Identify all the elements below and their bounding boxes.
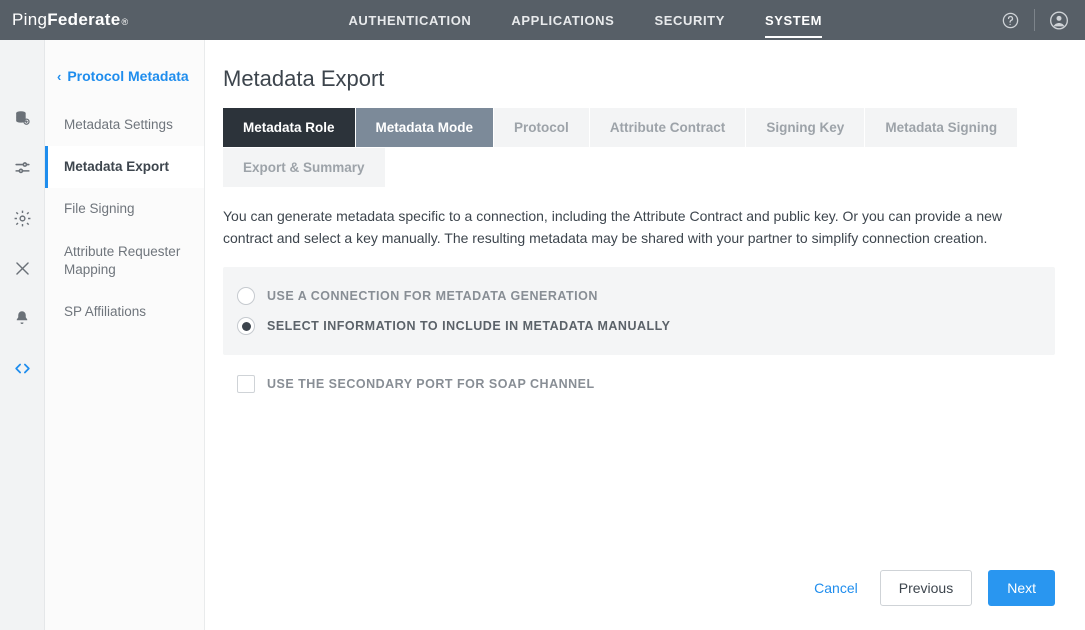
sliders-icon[interactable] [12,158,32,178]
help-icon[interactable] [1000,10,1020,30]
sidebar-item-metadata-settings[interactable]: Metadata Settings [45,104,204,146]
wizard-tab-export-summary: Export & Summary [223,148,386,188]
brand-logo: PingFederate® [12,10,128,30]
previous-button[interactable]: Previous [880,570,972,606]
sidebar-item-sp-affiliations[interactable]: SP Affiliations [45,291,204,333]
wizard-tab-attribute-contract: Attribute Contract [590,108,747,148]
sidebar-item-label: Attribute Requester Mapping [64,244,180,277]
icon-rail [0,40,45,630]
top-nav: AUTHENTICATION APPLICATIONS SECURITY SYS… [348,3,822,38]
sidebar-back[interactable]: ‹ Protocol Metadata [45,68,204,104]
main-content: Metadata Export Metadata Role Metadata M… [205,40,1085,630]
sidebar: ‹ Protocol Metadata Metadata Settings Me… [45,40,205,630]
topbar-right [1000,9,1069,31]
metadata-mode-options: USE A CONNECTION FOR METADATA GENERATION… [223,267,1055,355]
wizard-tab-metadata-signing: Metadata Signing [865,108,1018,148]
wizard-tabs: Metadata Role Metadata Mode Protocol Att… [223,108,1055,188]
tools-icon[interactable] [12,258,32,278]
sidebar-item-label: Metadata Export [64,159,169,174]
cancel-button[interactable]: Cancel [808,572,864,604]
code-icon[interactable] [12,358,32,378]
radio-select-manually[interactable]: SELECT INFORMATION TO INCLUDE IN METADAT… [237,311,1041,341]
topbar-divider [1034,9,1035,31]
top-bar: PingFederate® AUTHENTICATION APPLICATION… [0,0,1085,40]
radio-icon [237,317,255,335]
page-description: You can generate metadata specific to a … [223,206,1055,249]
topnav-applications[interactable]: APPLICATIONS [511,3,614,38]
brand-suffix: Federate [47,10,120,30]
database-icon[interactable] [12,108,32,128]
radio-label: USE A CONNECTION FOR METADATA GENERATION [267,289,598,303]
sidebar-item-file-signing[interactable]: File Signing [45,188,204,230]
wizard-tab-protocol: Protocol [494,108,590,148]
sidebar-item-metadata-export[interactable]: Metadata Export [45,146,204,188]
checkbox-icon [237,375,255,393]
gear-icon[interactable] [12,208,32,228]
radio-use-connection[interactable]: USE A CONNECTION FOR METADATA GENERATION [237,281,1041,311]
topnav-authentication[interactable]: AUTHENTICATION [348,3,471,38]
sidebar-item-label: File Signing [64,201,135,216]
checkbox-secondary-port[interactable]: USE THE SECONDARY PORT FOR SOAP CHANNEL [223,369,1055,399]
sidebar-item-label: SP Affiliations [64,304,146,319]
sidebar-item-attribute-requester-mapping[interactable]: Attribute Requester Mapping [45,231,204,291]
wizard-footer: Cancel Previous Next [223,552,1055,630]
next-button[interactable]: Next [988,570,1055,606]
brand-reg: ® [122,17,129,27]
bell-icon[interactable] [12,308,32,328]
page-title: Metadata Export [223,66,1055,92]
radio-icon [237,287,255,305]
wizard-tab-metadata-mode[interactable]: Metadata Mode [356,108,495,148]
sidebar-back-label: Protocol Metadata [67,68,188,84]
checkbox-label: USE THE SECONDARY PORT FOR SOAP CHANNEL [267,377,595,391]
topnav-security[interactable]: SECURITY [654,3,725,38]
radio-label: SELECT INFORMATION TO INCLUDE IN METADAT… [267,319,670,333]
wizard-tab-signing-key: Signing Key [746,108,865,148]
brand-prefix: Ping [12,10,47,30]
wizard-tab-metadata-role[interactable]: Metadata Role [223,108,356,148]
user-icon[interactable] [1049,10,1069,30]
chevron-left-icon: ‹ [57,68,61,86]
topnav-system[interactable]: SYSTEM [765,3,822,38]
sidebar-item-label: Metadata Settings [64,117,173,132]
